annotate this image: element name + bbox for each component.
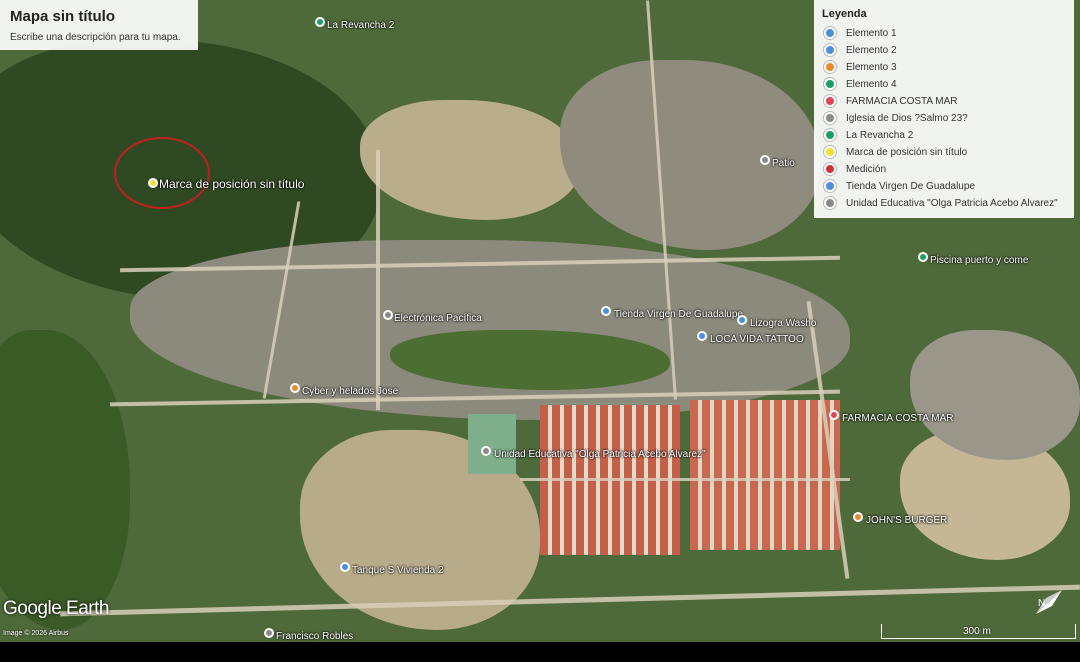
legend-marker-icon bbox=[824, 61, 836, 73]
placemark-francisco[interactable] bbox=[264, 628, 274, 638]
placemark-label: Lizogra Washo bbox=[750, 318, 817, 329]
placemark-label: Tienda Virgen De Guadalupe bbox=[614, 309, 743, 320]
placemark-tienda[interactable] bbox=[601, 306, 611, 316]
placemark-label: La Revancha 2 bbox=[327, 20, 395, 31]
placemark-loca-vida[interactable] bbox=[697, 331, 707, 341]
image-attribution: Image © 2026 Airbus bbox=[3, 630, 69, 637]
legend-item[interactable]: La Revancha 2 bbox=[824, 127, 913, 143]
school-building bbox=[468, 414, 516, 474]
google-earth-logo: Google Earth bbox=[3, 598, 109, 619]
road bbox=[520, 478, 850, 481]
placemark-label: LOCA VIDA TATTOO bbox=[710, 334, 804, 345]
map-title[interactable]: Mapa sin título bbox=[10, 8, 115, 25]
legend-item[interactable]: Elemento 2 bbox=[824, 42, 897, 58]
sand-area bbox=[360, 100, 580, 220]
legend-label: Elemento 3 bbox=[846, 61, 897, 73]
placemark-farmacia[interactable] bbox=[829, 410, 839, 420]
legend-panel: Leyenda Elemento 1 Elemento 2 Elemento 3 El… bbox=[814, 0, 1074, 218]
town-area bbox=[560, 60, 820, 250]
legend-marker-icon bbox=[824, 78, 836, 90]
legend-marker-icon bbox=[824, 112, 836, 124]
legend-item[interactable]: FARMACIA COSTA MAR bbox=[824, 93, 958, 109]
legend-marker-icon bbox=[824, 95, 836, 107]
scale-label: 300 m bbox=[963, 626, 991, 637]
placemark-label: Unidad Educativa "Olga Patricia Acebo Al… bbox=[494, 449, 706, 460]
placemark-cyber[interactable] bbox=[290, 383, 300, 393]
placemark-unidad-educativa[interactable] bbox=[481, 446, 491, 456]
placemark-patio[interactable] bbox=[760, 155, 770, 165]
housing-block bbox=[690, 400, 840, 550]
legend-label: Tienda Virgen De Guadalupe bbox=[846, 180, 975, 192]
placemark-label: Francisco Robles bbox=[276, 631, 354, 642]
placemark-label: Electrónica Pacífica bbox=[394, 313, 482, 324]
legend-item[interactable]: Elemento 4 bbox=[824, 76, 897, 92]
legend-label: Elemento 2 bbox=[846, 44, 897, 56]
legend-label: Iglesia de Dios ?Salmo 23? bbox=[846, 112, 968, 124]
placemark-label: Tanque S Vivienda 2 bbox=[352, 565, 444, 576]
placemark-revancha[interactable] bbox=[315, 17, 325, 27]
legend-label: Elemento 4 bbox=[846, 78, 897, 90]
placemark-label: Patio bbox=[772, 158, 795, 169]
legend-label: La Revancha 2 bbox=[846, 129, 914, 141]
north-arrow-icon[interactable]: N bbox=[1032, 584, 1068, 620]
legend-marker-icon bbox=[824, 197, 836, 209]
road bbox=[60, 584, 1080, 617]
legend-marker-icon bbox=[824, 44, 836, 56]
legend-marker-icon bbox=[824, 163, 836, 175]
legend-item[interactable]: Medición bbox=[824, 161, 886, 177]
placemark-piscina[interactable] bbox=[918, 252, 928, 262]
legend-item[interactable]: Unidad Educativa "Olga Patricia Acebo Al… bbox=[824, 195, 1058, 211]
svg-text:N: N bbox=[1038, 598, 1045, 609]
legend-label: Marca de posición sin título bbox=[846, 146, 968, 158]
map-description[interactable]: Escribe una descripción para tu mapa. bbox=[10, 32, 181, 43]
placemark-label: Piscina puerto y come bbox=[930, 255, 1029, 266]
placemark-tanque[interactable] bbox=[340, 562, 350, 572]
legend-label: FARMACIA COSTA MAR bbox=[846, 95, 958, 107]
legend-item[interactable]: Elemento 3 bbox=[824, 59, 897, 75]
road bbox=[376, 150, 380, 410]
forest-area bbox=[0, 330, 130, 630]
placemark-label: JOHN'S BURGER bbox=[866, 515, 948, 526]
placemark-label: Marca de posición sin título bbox=[159, 177, 305, 191]
placemark-electronica[interactable] bbox=[383, 310, 393, 320]
legend-item[interactable]: Iglesia de Dios ?Salmo 23? bbox=[824, 110, 968, 126]
legend-item[interactable]: Marca de posición sin título bbox=[824, 144, 967, 160]
legend-title: Leyenda bbox=[822, 8, 867, 20]
legend-marker-icon bbox=[824, 129, 836, 141]
placemark-label: FARMACIA COSTA MAR bbox=[842, 413, 954, 424]
legend-marker-icon bbox=[824, 146, 836, 158]
placemark-label: Cyber y helados Jose bbox=[302, 386, 399, 397]
legend-item[interactable]: Elemento 1 bbox=[824, 25, 897, 41]
legend-label: Medición bbox=[846, 163, 887, 175]
legend-marker-icon bbox=[824, 180, 836, 192]
legend-item[interactable]: Tienda Virgen De Guadalupe bbox=[824, 178, 975, 194]
legend-label: Unidad Educativa "Olga Patricia Acebo Al… bbox=[846, 197, 1058, 209]
legend-label: Elemento 1 bbox=[846, 27, 897, 39]
placemark-yellow-pin[interactable] bbox=[148, 178, 158, 188]
placemark-lizogra[interactable] bbox=[737, 315, 747, 325]
measurement-circle[interactable] bbox=[114, 137, 210, 209]
legend-marker-icon bbox=[824, 27, 836, 39]
placemark-johns-burger[interactable] bbox=[853, 512, 863, 522]
map-title-panel[interactable]: Mapa sin título Escribe una descripción … bbox=[0, 0, 198, 50]
satellite-map[interactable]: Marca de posición sin título Tienda Virg… bbox=[0, 0, 1080, 642]
